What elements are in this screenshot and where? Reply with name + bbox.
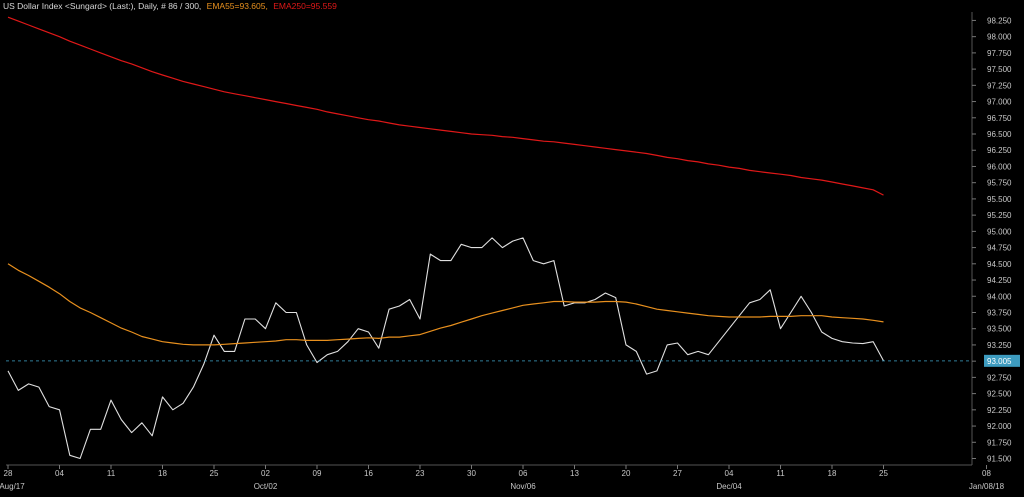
y-tick-label: 94.500 [987, 260, 1012, 269]
y-tick-label: 91.750 [987, 438, 1012, 447]
ema55-line [7, 263, 884, 346]
x-tick-label: 06 [519, 469, 528, 478]
x-tick-label: 11 [776, 469, 785, 478]
y-tick-label: 95.750 [987, 179, 1012, 188]
x-tick-label: 08 [982, 469, 991, 478]
price-chart[interactable]: 98.250 98.000 97.750 97.500 97.250 97.000 96.7… [0, 0, 1024, 497]
chart-title: US Dollar Index <Sungard> (Last:), Daily… [3, 1, 202, 11]
y-tick-label: 97.750 [987, 49, 1012, 58]
y-tick-label: 93.500 [987, 325, 1012, 334]
x-tick-label: 11 [107, 469, 116, 478]
y-tick-label: 98.250 [987, 16, 1012, 25]
x-tick-label: 16 [364, 469, 373, 478]
x-tick-label: 02 [261, 469, 270, 478]
x-tick-label: 25 [879, 469, 888, 478]
ema55-label: EMA55=93.605, [206, 1, 268, 11]
x-period-label: Jan/08/18 [969, 482, 1005, 491]
y-tick-label: 96.750 [987, 114, 1012, 123]
y-tick-label: 96.250 [987, 146, 1012, 155]
y-tick-label: 98.000 [987, 33, 1012, 42]
x-tick-label: 04 [725, 469, 734, 478]
y-tick-label: 96.000 [987, 162, 1012, 171]
y-tick-label: 92.500 [987, 390, 1012, 399]
y-tick-label: 95.250 [987, 211, 1012, 220]
y-tick-label: 94.750 [987, 244, 1012, 253]
x-tick-label: 27 [673, 469, 682, 478]
y-tick-label: 97.500 [987, 65, 1012, 74]
y-tick-label: 91.500 [987, 455, 1012, 464]
y-tick-label: 92.250 [987, 406, 1012, 415]
y-tick-label: 92.000 [987, 422, 1012, 431]
y-tick-label: 95.000 [987, 227, 1012, 236]
x-period-label: Dec/04 [716, 482, 742, 491]
x-period-label: Nov/06 [510, 482, 536, 491]
x-tick-label: 28 [4, 469, 13, 478]
y-tick-label: 93.250 [987, 341, 1012, 350]
x-tick-label: 18 [828, 469, 837, 478]
chart-window: 98.250 98.000 97.750 97.500 97.250 97.000 96.7… [0, 0, 1024, 497]
ema250-line [7, 16, 884, 196]
chart-header: US Dollar Index <Sungard> (Last:), Daily… [3, 1, 340, 11]
y-tick-label: 96.500 [987, 130, 1012, 139]
x-tick-label: 23 [416, 469, 425, 478]
x-period-label: Oct/02 [254, 482, 278, 491]
x-period-label: Aug/17 [0, 482, 25, 491]
x-tick-label: 09 [313, 469, 322, 478]
y-tick-label: 93.750 [987, 308, 1012, 317]
x-tick-label: 13 [570, 469, 579, 478]
y-tick-label: 97.000 [987, 98, 1012, 107]
y-tick-label: 92.750 [987, 373, 1012, 382]
x-tick-label: 20 [622, 469, 631, 478]
y-tick-label: 97.250 [987, 81, 1012, 90]
x-tick-label: 25 [210, 469, 219, 478]
x-tick-label: 18 [158, 469, 167, 478]
y-tick-label: 95.500 [987, 195, 1012, 204]
last-value-label: 93.005 [987, 357, 1012, 366]
price-line [7, 237, 884, 460]
ema250-label: EMA250=95.559 [273, 1, 337, 11]
x-tick-label: 30 [467, 469, 476, 478]
y-tick-label: 94.250 [987, 276, 1012, 285]
x-tick-label: 04 [55, 469, 64, 478]
y-tick-label: 94.000 [987, 292, 1012, 301]
